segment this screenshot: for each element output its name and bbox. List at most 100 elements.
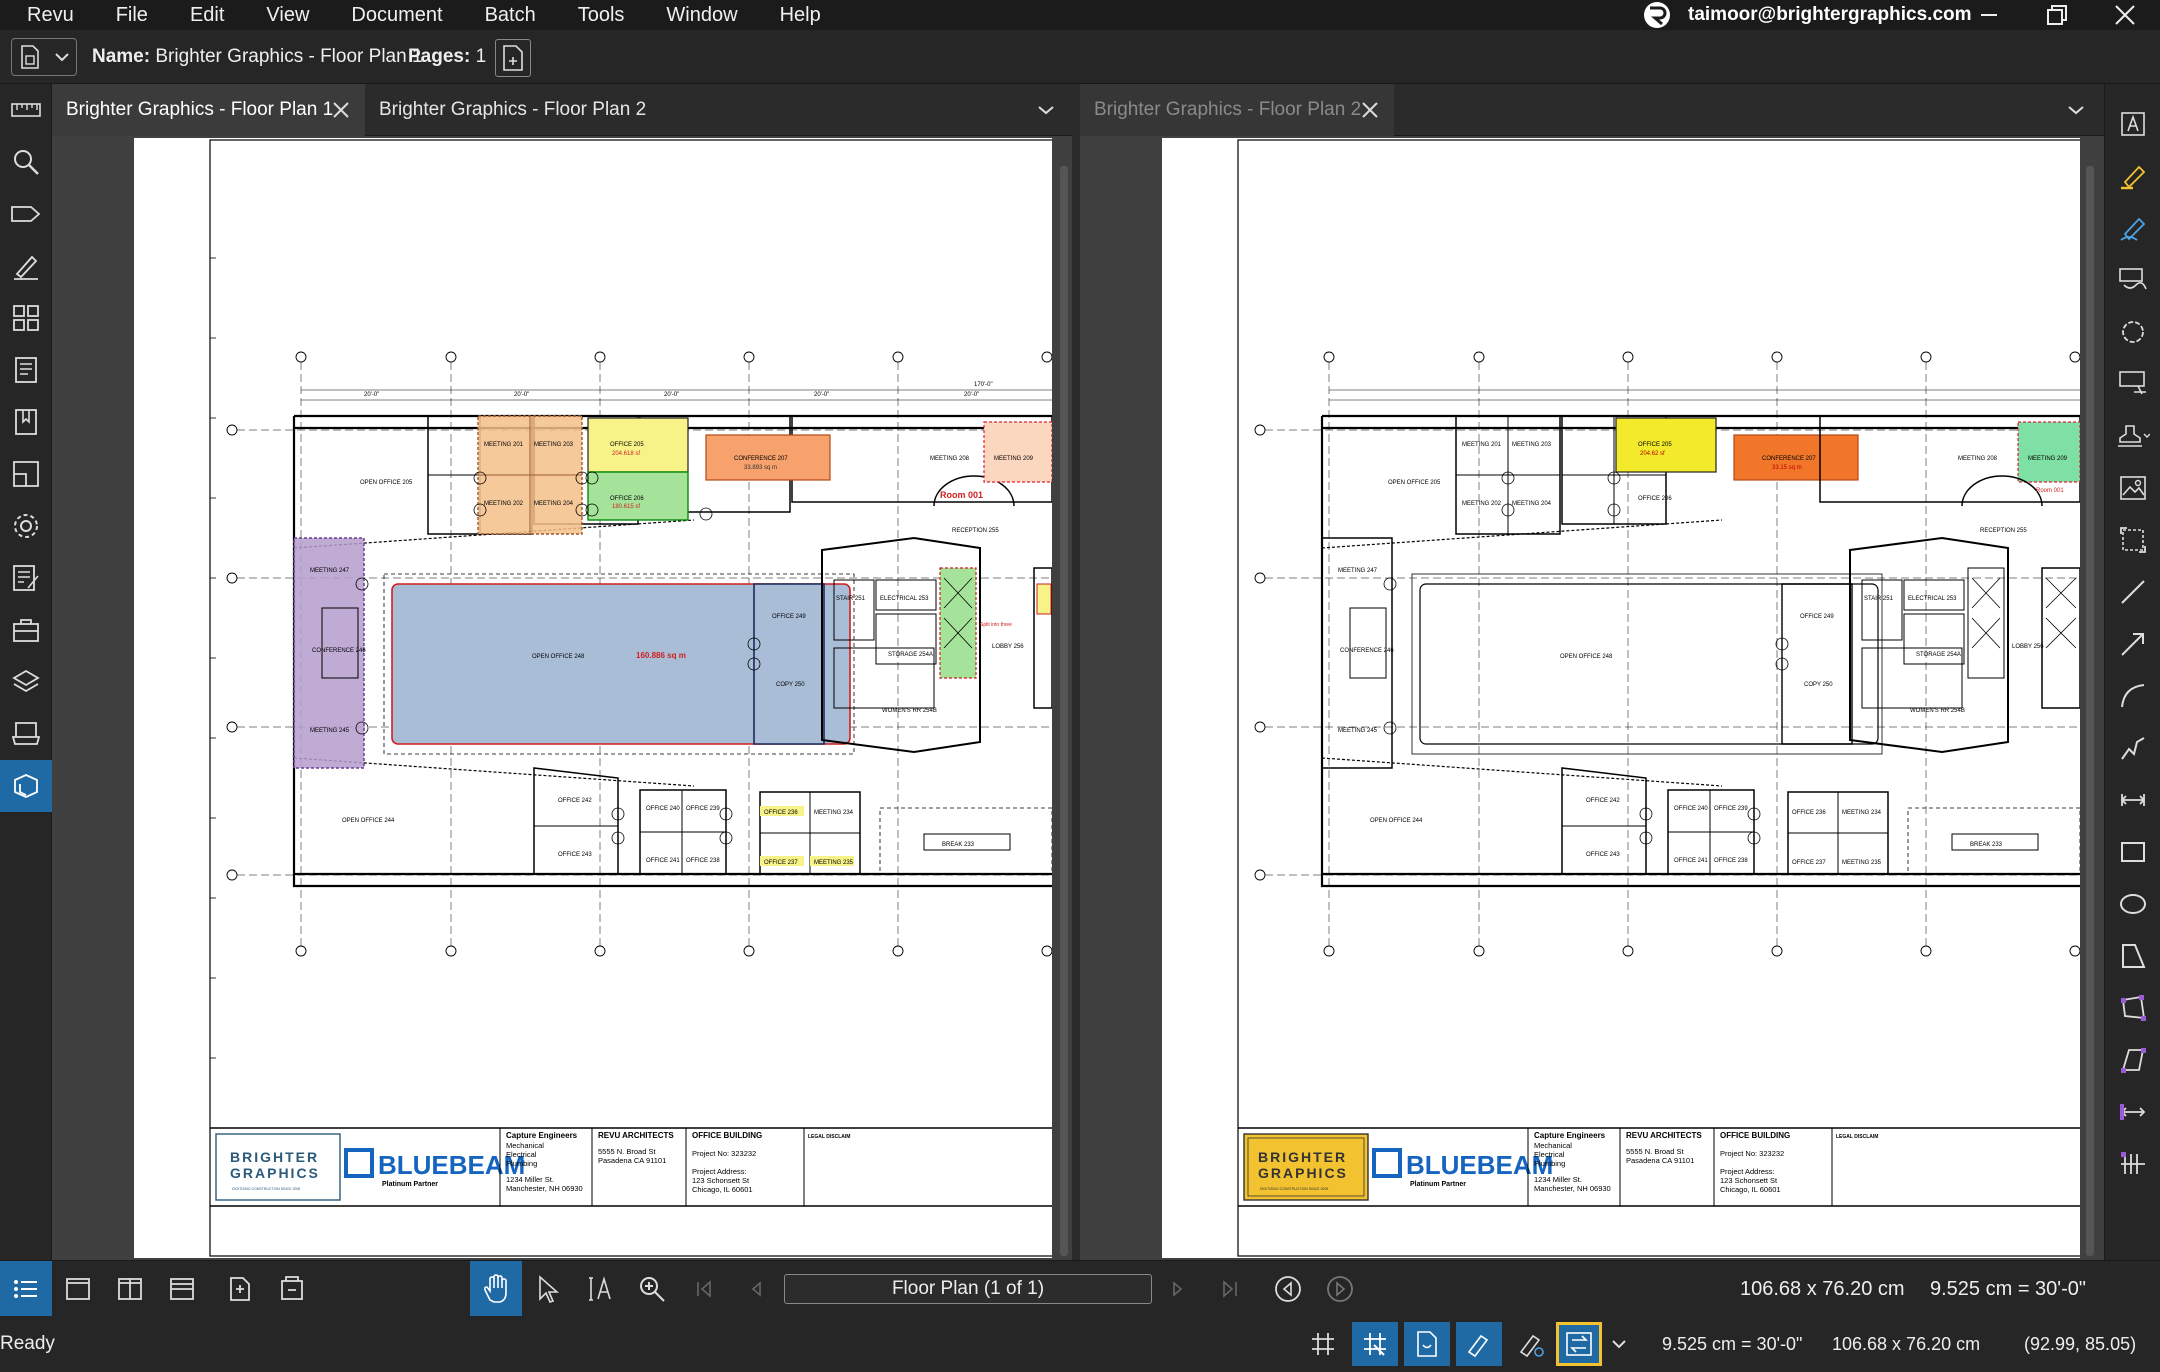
snap-to-markup-button[interactable] — [1456, 1322, 1502, 1366]
select-text-button[interactable] — [574, 1261, 626, 1317]
menu-document[interactable]: Document — [330, 0, 463, 30]
spaces-panel-button[interactable] — [0, 760, 52, 812]
tab-list-dropdown[interactable] — [1034, 98, 1058, 122]
first-page-button[interactable] — [678, 1261, 730, 1317]
menu-edit[interactable]: Edit — [169, 0, 245, 30]
engineers-title: Capture Engineers — [1534, 1131, 1606, 1140]
highlight-tool[interactable] — [2105, 150, 2160, 202]
last-page-button[interactable] — [1204, 1261, 1256, 1317]
sync-options-dropdown[interactable] — [1604, 1322, 1634, 1366]
polygon-tool[interactable] — [2105, 930, 2160, 982]
studio-panel-button[interactable] — [0, 708, 52, 760]
sync-views-button[interactable] — [266, 1261, 318, 1317]
menu-help[interactable]: Help — [759, 0, 842, 30]
project-address-2: Chicago, IL 60601 — [692, 1185, 753, 1194]
menu-bar: Revu File Edit View Document Batch Tools… — [0, 0, 2160, 30]
split-vertical-button[interactable] — [104, 1261, 156, 1317]
close-window-button[interactable] — [2098, 0, 2152, 30]
reuse-markup-button[interactable] — [1508, 1322, 1554, 1366]
panel-list-button[interactable] — [0, 1261, 52, 1317]
rectangle-tool[interactable] — [2105, 826, 2160, 878]
sets-panel-button[interactable] — [0, 396, 52, 448]
project-address-1: 123 Schonsett St — [1720, 1176, 1778, 1185]
restore-button[interactable] — [2030, 0, 2084, 30]
dimension-tool[interactable] — [2105, 774, 2160, 826]
forms-panel-button[interactable] — [0, 552, 52, 604]
menu-revu[interactable]: Revu — [0, 0, 95, 30]
minimize-button[interactable] — [1962, 0, 2016, 30]
layers-panel-button[interactable] — [0, 656, 52, 708]
continuous-page-button[interactable] — [214, 1261, 266, 1317]
close-icon[interactable] — [331, 100, 351, 120]
menu-window[interactable]: Window — [645, 0, 758, 30]
label-office-249: OFFICE 249 — [772, 614, 806, 620]
grid-toggle-button[interactable] — [1300, 1322, 1346, 1366]
cloud-tool[interactable] — [2105, 306, 2160, 358]
polyline-tool[interactable] — [2105, 722, 2160, 774]
ellipse-tool[interactable] — [2105, 878, 2160, 930]
tab-floor-plan-1[interactable]: Brighter Graphics - Floor Plan 1 — [52, 84, 365, 136]
snapshot-tool[interactable] — [2105, 514, 2160, 566]
menu-batch[interactable]: Batch — [464, 0, 557, 30]
right-document-view[interactable]: OPEN OFFICE 205 MEETING 201 MEETING 203 … — [1080, 136, 2104, 1260]
stamp-tool[interactable] — [2105, 410, 2160, 462]
compare-panel-button[interactable] — [0, 448, 52, 500]
architects-title: REVU ARCHITECTS — [598, 1131, 674, 1140]
next-page-button[interactable] — [1152, 1261, 1204, 1317]
close-icon[interactable] — [1360, 100, 1380, 120]
toolchest-panel-button[interactable] — [0, 604, 52, 656]
bookmarks-panel-button[interactable] — [0, 344, 52, 396]
sync-split-view-button[interactable] — [1556, 1322, 1602, 1366]
vertical-scrollbar[interactable] — [1060, 166, 1068, 1256]
document-menu-button[interactable] — [11, 38, 77, 76]
floor-plan-1-page[interactable]: 20'-0" 20'-0" 20'-0" 20'-0" 20'-0" 170'-0" — [134, 138, 1052, 1258]
area-measure-tool[interactable] — [2105, 982, 2160, 1034]
callout-tool[interactable] — [2105, 254, 2160, 306]
arc-tool[interactable] — [2105, 670, 2160, 722]
zoom-tool-button[interactable] — [626, 1261, 678, 1317]
floor-plan-2-page[interactable]: OPEN OFFICE 205 MEETING 201 MEETING 203 … — [1162, 138, 2080, 1258]
tags-panel-button[interactable] — [0, 188, 52, 240]
line-tool[interactable] — [2105, 566, 2160, 618]
count-measure-tool[interactable] — [2105, 1138, 2160, 1190]
text-box-tool[interactable] — [2105, 98, 2160, 150]
split-horizontal-button[interactable] — [156, 1261, 208, 1317]
image-tool[interactable] — [2105, 462, 2160, 514]
tab-list-dropdown[interactable] — [2064, 98, 2088, 122]
search-panel-button[interactable] — [0, 136, 52, 188]
status-page-size: 106.68 x 76.20 cm — [1832, 1334, 1981, 1354]
label-meeting-235: MEETING 235 — [1842, 860, 1882, 866]
properties-panel-button[interactable] — [0, 500, 52, 552]
menu-file[interactable]: File — [95, 0, 169, 30]
user-account[interactable]: taimoor@brightergraphics.com — [1640, 0, 1972, 30]
next-view-button[interactable] — [1314, 1261, 1366, 1317]
page-selector[interactable]: Floor Plan (1 of 1) — [784, 1274, 1152, 1304]
snap-to-content-button[interactable] — [1404, 1322, 1450, 1366]
previous-view-button[interactable] — [1262, 1261, 1314, 1317]
pan-tool-button[interactable] — [470, 1261, 522, 1317]
volume-measure-tool[interactable] — [2105, 1034, 2160, 1086]
label-office-241: OFFICE 241 — [1674, 858, 1708, 864]
pen-tool[interactable] — [2105, 202, 2160, 254]
menu-view[interactable]: View — [245, 0, 330, 30]
label-meeting-209: MEETING 209 — [994, 456, 1034, 462]
menu-tools[interactable]: Tools — [557, 0, 646, 30]
arrow-tool[interactable] — [2105, 618, 2160, 670]
snap-to-grid-button[interactable] — [1352, 1322, 1398, 1366]
insert-page-button[interactable] — [495, 39, 531, 77]
thumbnails-panel-button[interactable] — [0, 292, 52, 344]
measurements-panel-button[interactable] — [0, 84, 52, 136]
tab-floor-plan-2[interactable]: Brighter Graphics - Floor Plan 2 — [365, 84, 730, 136]
single-page-button[interactable] — [52, 1261, 104, 1317]
note-tool[interactable] — [2105, 358, 2160, 410]
previous-page-button[interactable] — [730, 1261, 782, 1317]
markups-panel-button[interactable] — [0, 240, 52, 292]
vertical-scrollbar[interactable] — [2086, 166, 2094, 1256]
label-meeting-201: MEETING 201 — [1462, 442, 1502, 448]
label-meeting-204: MEETING 204 — [1512, 501, 1552, 507]
tab-floor-plan-2-compare[interactable]: Brighter Graphics - Floor Plan 2 — [1080, 84, 1394, 136]
image-icon — [2119, 475, 2147, 501]
length-measure-tool[interactable] — [2105, 1086, 2160, 1138]
select-tool-button[interactable] — [522, 1261, 574, 1317]
left-document-view[interactable]: 20'-0" 20'-0" 20'-0" 20'-0" 20'-0" 170'-0" — [52, 136, 1072, 1260]
